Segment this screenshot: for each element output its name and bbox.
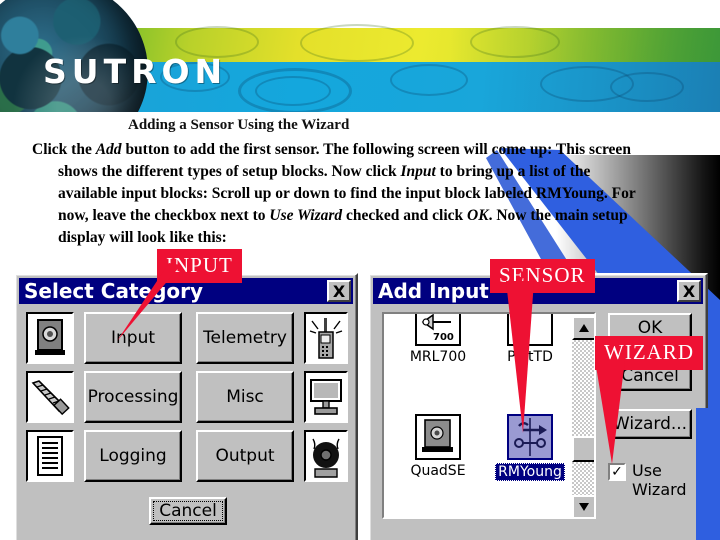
document-lines-glyph <box>37 436 63 476</box>
callout-pointer-wizard <box>595 360 625 464</box>
blue-edge-strip <box>696 408 720 540</box>
button-label: Processing <box>87 387 179 407</box>
svg-text:MRL: MRL <box>421 312 438 313</box>
list-item-label: RMYoung <box>495 463 565 481</box>
speaker-icon <box>304 430 348 482</box>
callout-pointer-input <box>117 263 181 341</box>
radio-antenna-glyph <box>309 318 343 359</box>
category-button-misc[interactable]: Misc <box>196 371 294 423</box>
sensor-dial-glyph <box>35 319 65 355</box>
checkbox-label-line2: Wizard <box>632 480 687 499</box>
svg-text:700: 700 <box>433 332 454 343</box>
button-label: Output <box>215 446 275 466</box>
screw-glyph <box>31 380 70 416</box>
ripple-decoration <box>390 64 468 96</box>
ripple-decoration <box>300 24 414 62</box>
paragraph-line: now, leave the checkbox next to Use Wiza… <box>58 207 628 224</box>
quadse-glyph <box>422 419 453 452</box>
cancel-button[interactable]: Cancel <box>149 497 227 525</box>
screw-icon <box>26 371 74 423</box>
callout-pointer-sensor <box>506 281 534 433</box>
list-item[interactable]: QuadSE <box>392 414 484 479</box>
italic-term-add: Add <box>95 141 122 158</box>
dialog-title: Add Input <box>378 279 489 303</box>
callout-input: INPUT <box>117 249 242 341</box>
close-icon[interactable]: X <box>327 280 351 302</box>
italic-term-input: Input <box>400 163 436 180</box>
triangle-down-glyph <box>579 503 589 511</box>
list-item-label: QuadSE <box>410 463 466 479</box>
speaker-glyph <box>312 438 340 478</box>
close-icon[interactable]: X <box>677 280 701 302</box>
button-label: Cancel <box>153 501 223 521</box>
ripple-decoration <box>610 72 684 102</box>
callout-wizard: WIZARD <box>595 336 703 464</box>
scroll-down-icon[interactable] <box>572 495 594 517</box>
monitor-icon <box>304 371 348 423</box>
mrl700-icon: MRL 700 <box>415 312 461 346</box>
callout-sensor: SENSOR <box>490 259 595 433</box>
button-label: Logging <box>99 446 167 466</box>
paragraph-line: shows the different types of setup block… <box>58 163 591 180</box>
italic-term-use-wizard: Use Wizard <box>269 207 343 224</box>
quadse-icon <box>415 414 461 460</box>
sutron-banner: SUTRON <box>0 0 720 112</box>
category-button-processing[interactable]: Processing <box>84 371 182 423</box>
radio-antenna-icon <box>304 312 348 364</box>
sutron-logo: SUTRON <box>43 52 228 91</box>
button-label: OK <box>637 318 663 338</box>
category-button-logging[interactable]: Logging <box>84 430 182 482</box>
category-button-output[interactable]: Output <box>196 430 294 482</box>
page-title: Adding a Sensor Using the Wizard <box>128 117 350 133</box>
list-item[interactable]: MRL 700 MRL700 <box>392 312 484 365</box>
ripple-decoration <box>470 26 560 58</box>
document-lines-icon <box>26 430 74 482</box>
monitor-glyph <box>310 379 342 415</box>
paragraph-line: Click the Add button to add the first se… <box>32 141 631 158</box>
paragraph-line: available input blocks: Scroll up or dow… <box>58 185 636 202</box>
list-item-label: MRL700 <box>409 349 467 365</box>
mrl700-glyph: MRL 700 <box>421 312 454 343</box>
italic-term-ok: OK <box>467 207 489 224</box>
ripple-decoration <box>255 76 331 106</box>
body-paragraph: Click the Add button to add the first se… <box>32 139 694 249</box>
slide-canvas: SUTRON Adding a Sensor Using the Wizard … <box>0 0 720 540</box>
paragraph-line: display will look like this: <box>58 229 227 246</box>
button-label: Misc <box>226 387 264 407</box>
sensor-dial-icon <box>26 312 74 364</box>
